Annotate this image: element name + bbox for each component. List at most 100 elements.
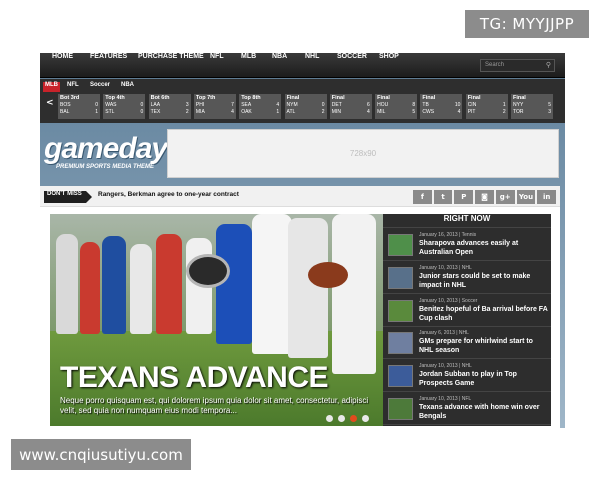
score-tab-nba[interactable]: NBA <box>119 82 136 92</box>
linkedin-icon[interactable]: in <box>537 190 557 204</box>
nav-item-nfl[interactable]: NFL <box>210 53 224 78</box>
score-box[interactable]: Final NYM 0 ATL 2 <box>284 94 327 119</box>
score-box[interactable]: Bot 3rd BOS 0 BAL 1 <box>58 94 100 119</box>
pinterest-icon[interactable]: P <box>454 190 474 204</box>
player-figure <box>102 236 126 334</box>
team-score-line: NYM 0 <box>287 102 325 109</box>
slider-dot[interactable] <box>326 415 333 422</box>
twitter-icon[interactable]: t <box>433 190 453 204</box>
player-figure <box>252 214 292 354</box>
score-box[interactable]: Final DET 6 MIN 4 <box>329 94 372 119</box>
news-thumbnail[interactable] <box>388 398 413 420</box>
youtube-icon[interactable]: You <box>516 190 536 204</box>
score-box[interactable]: Final NYY 5 TOR 3 <box>511 94 553 119</box>
nav-item-shop[interactable]: SHOP <box>379 53 399 78</box>
team-abbr: NYY <box>513 102 524 108</box>
news-thumbnail[interactable] <box>388 332 413 355</box>
news-title[interactable]: Sharapova advances easily at Australian … <box>419 239 549 257</box>
featured-slider[interactable]: TEXANS ADVANCE Neque porro quisquam est,… <box>50 214 383 426</box>
instagram-icon[interactable]: ◙ <box>475 190 494 204</box>
nav-item-features[interactable]: FEATURES <box>90 53 127 78</box>
score-box[interactable]: Top 7th PHI 7 MIA 4 <box>193 94 236 119</box>
right-now-item[interactable]: January 10, 2013 | NHL Junior stars could… <box>383 262 551 294</box>
slider-excerpt: Neque porro quisquam est, qui dolorem ip… <box>60 396 369 415</box>
slider-dot[interactable] <box>350 415 357 422</box>
score-box[interactable]: Bot 6th LAA 3 TEX 2 <box>148 94 191 119</box>
news-title[interactable]: GMs prepare for whirlwind start to NHL s… <box>419 337 549 355</box>
dont-miss-bar: DON'T MISS Rangers, Berkman agree to one… <box>40 186 560 207</box>
team-score: 1 <box>276 109 280 115</box>
score-tab-mlb[interactable]: MLB <box>43 82 60 92</box>
team-score: 4 <box>276 102 280 108</box>
game-status: Bot 6th <box>150 95 170 101</box>
facebook-icon[interactable]: f <box>413 190 432 204</box>
slider-title[interactable]: TEXANS ADVANCE <box>60 362 329 394</box>
dont-miss-label: DON'T MISS <box>44 191 92 203</box>
right-now-item[interactable]: January 16, 2013 | Tennis Sharapova advan… <box>383 229 551 261</box>
logo-wordmark: gameday <box>44 132 168 165</box>
dont-miss-headline[interactable]: Rangers, Berkman agree to one-year contr… <box>98 191 239 203</box>
team-score: 2 <box>502 109 506 115</box>
team-score: 2 <box>185 109 189 115</box>
news-title[interactable]: Jordan Subban to play in Top Prospects G… <box>419 370 549 388</box>
score-box[interactable]: Final HOU 8 MIL 5 <box>375 94 418 119</box>
news-thumbnail[interactable] <box>388 266 413 289</box>
slider-dot[interactable] <box>362 415 369 422</box>
team-score: 7 <box>231 102 234 108</box>
score-box[interactable]: Top 4th WAS 0 STL 0 <box>103 94 146 119</box>
watermark-bottom: www.cnqiusutiyu.com <box>11 439 191 470</box>
nav-item-nhl[interactable]: NHL <box>305 53 319 78</box>
game-status: Final <box>377 95 390 101</box>
main-nav: HOME FEATURES PURCHASE THEME NFL MLB NBA NHL SO… <box>40 53 565 78</box>
team-abbr: PHI <box>195 102 205 108</box>
score-box[interactable]: Final CIN 1 PIT 2 <box>465 94 508 119</box>
player-figure <box>332 214 376 374</box>
scroll-left-icon[interactable]: < <box>46 98 54 108</box>
ad-banner[interactable]: 728x90 <box>167 129 559 178</box>
news-thumbnail[interactable] <box>388 299 413 322</box>
team-score: 0 <box>140 109 144 115</box>
score-tab-nfl[interactable]: NFL <box>65 82 81 92</box>
game-status: Final <box>286 95 300 101</box>
team-abbr: STL <box>105 109 115 115</box>
score-tab-soccer[interactable]: Soccer <box>88 82 112 92</box>
nav-item-mlb[interactable]: MLB <box>241 53 256 78</box>
team-score-line: TEX 2 <box>151 109 189 116</box>
team-score: 6 <box>367 102 370 108</box>
team-score-line: ATL 2 <box>287 109 325 116</box>
nav-item-purchase-theme[interactable]: PURCHASE THEME <box>138 53 204 78</box>
right-now-item[interactable]: January 10, 2013 | NFL Texans advance wit… <box>383 393 551 425</box>
score-box[interactable]: Final TB 10 CWS 4 <box>420 94 463 119</box>
team-score: 1 <box>95 109 98 115</box>
slider-dot[interactable] <box>338 415 345 422</box>
right-now-item[interactable]: January 10, 2013 | Soccer Benitez hopeful… <box>383 295 551 327</box>
nav-item-nba[interactable]: NBA <box>272 53 287 78</box>
team-score: 2 <box>321 109 325 115</box>
game-status: Bot 3rd <box>60 95 80 101</box>
team-score-line: MIA 4 <box>196 109 234 116</box>
google-plus-icon[interactable]: g+ <box>495 190 515 204</box>
news-title[interactable]: Junior stars could be set to make impact… <box>419 272 549 290</box>
right-now-item[interactable]: January 10, 2013 | NHL Jordan Subban to p… <box>383 360 551 393</box>
news-date: January 16, 2013 | Tennis <box>419 232 477 238</box>
team-score-line: STL 0 <box>105 109 143 116</box>
team-abbr: TB <box>422 102 429 108</box>
news-title[interactable]: Texans advance with home win over Bengal… <box>419 403 549 421</box>
player-figure <box>56 234 78 334</box>
team-score: 0 <box>321 102 325 108</box>
news-thumbnail[interactable] <box>388 365 413 388</box>
nav-item-home[interactable]: HOME <box>52 53 73 78</box>
site-logo[interactable]: gameday PREMIUM SPORTS MEDIA THEME <box>44 132 168 174</box>
news-title[interactable]: Benitez hopeful of Ba arrival before FA … <box>419 305 549 323</box>
search-icon[interactable]: ⚲ <box>546 60 551 71</box>
right-now-panel: RIGHT NOW January 16, 2013 | Tennis Shara… <box>383 214 551 426</box>
team-abbr: BAL <box>60 109 70 115</box>
news-thumbnail[interactable] <box>388 234 413 256</box>
search-input[interactable]: Search ⚲ <box>480 59 555 72</box>
score-box[interactable]: Top 8th SEA 4 OAK 1 <box>239 94 282 119</box>
team-score-line: OAK 1 <box>241 109 279 116</box>
team-score-line: LAA 3 <box>151 102 189 109</box>
nav-item-soccer[interactable]: SOCCER <box>337 53 367 78</box>
website: HOME FEATURES PURCHASE THEME NFL MLB NBA NHL SO… <box>40 53 565 428</box>
right-now-item[interactable]: January 6, 2013 | NHL GMs prepare for whi… <box>383 327 551 360</box>
